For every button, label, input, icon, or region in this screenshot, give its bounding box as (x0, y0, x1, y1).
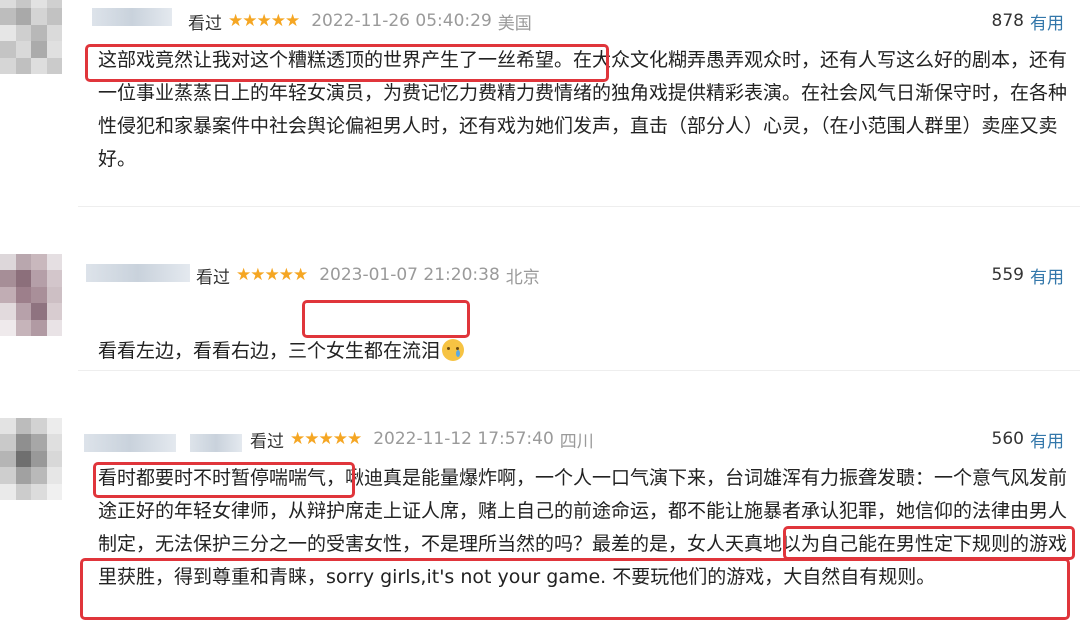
star-rating: ★★★★★ (236, 265, 308, 285)
vote-area: 559 有用 (992, 260, 1064, 290)
watch-status: 看过 (196, 267, 230, 288)
review-location: 北京 (505, 267, 540, 288)
vote-area: 878 有用 (992, 6, 1064, 36)
watch-status: 看过 (250, 431, 284, 452)
watch-status: 看过 (188, 13, 222, 34)
divider (78, 370, 1080, 371)
review-location: 四川 (559, 431, 594, 452)
divider (78, 206, 1080, 207)
useful-button[interactable]: 有用 (1030, 263, 1064, 288)
useful-button[interactable]: 有用 (1030, 9, 1064, 34)
review-meta: 看过 ★★★★★ 2023-01-07 21:20:38 北京 (196, 260, 540, 290)
username-blurred[interactable] (84, 434, 242, 452)
vote-count: 878 (991, 11, 1024, 31)
star-rating: ★★★★★ (290, 429, 362, 449)
review-text: 看时都要时不时暂停喘喘气，啾迪真是能量爆炸啊，一个人一口气演下来，台词雄浑有力振… (98, 467, 1068, 588)
username-blurred[interactable] (92, 8, 172, 26)
review-text: 这部戏竟然让我对这个糟糕透顶的世界产生了一丝希望。在大众文化糊弄愚弄观众时，还有… (98, 49, 1068, 170)
avatar[interactable] (0, 0, 62, 74)
review-location: 美国 (497, 13, 532, 34)
review-item: 看过 ★★★★★ 2022-11-26 05:40:29 美国 878 有用 这… (0, 0, 1080, 210)
useful-button[interactable]: 有用 (1030, 427, 1064, 452)
avatar[interactable] (0, 254, 62, 336)
vote-area: 560 有用 (992, 424, 1064, 454)
review-text: 看看左边，看看右边，三个女生都在流泪 (98, 302, 1070, 368)
vote-count: 559 (991, 265, 1024, 285)
vote-count: 560 (991, 429, 1024, 449)
review-date: 2022-11-26 05:40:29 (311, 11, 492, 31)
review-date: 2022-11-12 17:57:40 (373, 429, 554, 449)
review-text-content: 看看左边，看看右边，三个女生都在流泪 (98, 340, 441, 362)
avatar[interactable] (0, 418, 62, 500)
review-meta: 看过 ★★★★★ 2022-11-26 05:40:29 美国 (188, 6, 532, 36)
review-meta: 看过 ★★★★★ 2022-11-12 17:57:40 四川 (250, 424, 594, 454)
star-rating: ★★★★★ (228, 11, 300, 31)
review-item: 看过 ★★★★★ 2022-11-12 17:57:40 四川 560 有用 看… (0, 414, 1080, 626)
username-blurred[interactable] (86, 264, 190, 282)
review-date: 2023-01-07 21:20:38 (319, 265, 500, 285)
crying-face-icon (442, 339, 465, 361)
review-item: 看过 ★★★★★ 2023-01-07 21:20:38 北京 559 有用 看… (0, 250, 1080, 362)
